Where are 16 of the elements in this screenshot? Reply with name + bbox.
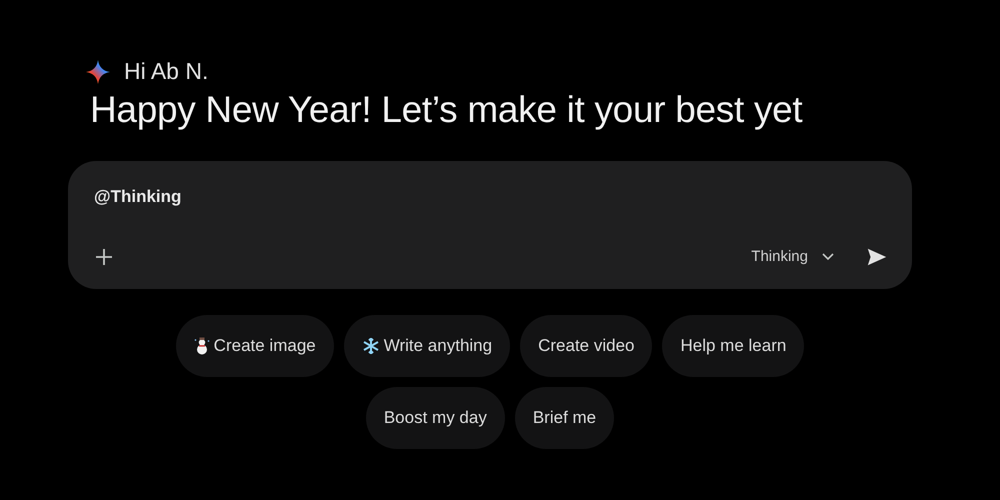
chevron-down-icon <box>822 252 834 260</box>
add-icon[interactable] <box>94 246 114 266</box>
greeting-text: Hi Ab N. <box>124 58 208 85</box>
suggestion-chip[interactable]: Write anything <box>344 315 510 377</box>
suggestion-chip[interactable]: Help me learn <box>662 315 804 377</box>
suggestion-chip[interactable]: Create video <box>520 315 652 377</box>
suggestion-chip[interactable]: Boost my day <box>366 387 505 449</box>
mode-dropdown[interactable]: Thinking <box>747 244 838 269</box>
snowflake-icon <box>362 337 380 355</box>
snowman-icon <box>194 337 210 355</box>
headline: Happy New Year! Let’s make it your best yet <box>90 89 804 131</box>
prompt-text[interactable]: @Thinking <box>94 187 182 207</box>
sparkle-icon <box>86 60 110 84</box>
suggestion-chip[interactable]: Create image <box>176 315 334 377</box>
prompt-box[interactable]: @Thinking Thinking <box>68 161 912 289</box>
suggestion-chip[interactable]: Brief me <box>514 387 614 449</box>
